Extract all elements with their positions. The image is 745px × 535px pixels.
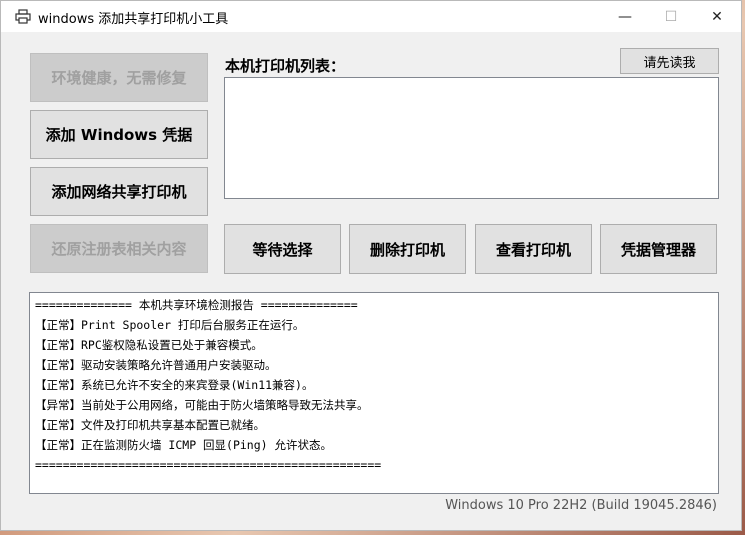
title-bar[interactable]: windows 添加共享打印机小工具 — ☐ ✕ bbox=[1, 1, 741, 32]
detection-report-textbox[interactable]: ============== 本机共享环境检测报告 ==============… bbox=[29, 292, 719, 494]
printer-listbox[interactable] bbox=[224, 77, 719, 199]
maximize-button[interactable]: ☐ bbox=[648, 1, 694, 32]
report-line: 【正常】系统已允许不安全的来宾登录(Win11兼容)。 bbox=[35, 378, 314, 392]
readme-button[interactable]: 请先读我 bbox=[620, 48, 719, 74]
add-windows-credential-button[interactable]: 添加 Windows 凭据 bbox=[30, 110, 208, 159]
close-icon: ✕ bbox=[711, 8, 723, 25]
report-line: ============== 本机共享环境检测报告 ============== bbox=[35, 298, 358, 312]
maximize-icon: ☐ bbox=[664, 8, 678, 25]
add-windows-credential-label: 添加 Windows 凭据 bbox=[45, 126, 193, 144]
repair-environment-button[interactable]: 环境健康，无需修复 bbox=[30, 53, 208, 102]
view-printer-label: 查看打印机 bbox=[495, 240, 571, 259]
report-line: 【正常】驱动安装策略允许普通用户安装驱动。 bbox=[35, 358, 277, 372]
credential-manager-button[interactable]: 凭据管理器 bbox=[600, 224, 717, 274]
report-line: 【正常】正在监测防火墙 ICMP 回显(Ping) 允许状态。 bbox=[35, 438, 333, 452]
window-title: windows 添加共享打印机小工具 bbox=[38, 12, 229, 27]
printer-icon bbox=[15, 9, 31, 24]
wait-select-button[interactable]: 等待选择 bbox=[224, 224, 341, 274]
minimize-icon: — bbox=[618, 8, 632, 25]
readme-label: 请先读我 bbox=[643, 55, 696, 71]
report-line: 【正常】RPC鉴权隐私设置已处于兼容模式。 bbox=[35, 338, 263, 352]
delete-printer-label: 删除打印机 bbox=[369, 240, 445, 259]
close-button[interactable]: ✕ bbox=[694, 1, 740, 32]
repair-environment-label: 环境健康，无需修复 bbox=[51, 69, 187, 87]
report-line: ========================================… bbox=[35, 458, 382, 472]
add-network-printer-label: 添加网络共享打印机 bbox=[51, 183, 187, 201]
app-window: windows 添加共享打印机小工具 — ☐ ✕ 环境健康，无需修复 添加 Wi… bbox=[0, 0, 742, 531]
report-line: 【异常】当前处于公用网络，可能由于防火墙策略导致无法共享。 bbox=[35, 398, 369, 412]
report-line: 【正常】Print Spooler 打印后台服务正在运行。 bbox=[35, 318, 305, 332]
view-printer-button[interactable]: 查看打印机 bbox=[475, 224, 592, 274]
credential-manager-label: 凭据管理器 bbox=[620, 240, 696, 259]
add-network-printer-button[interactable]: 添加网络共享打印机 bbox=[30, 167, 208, 216]
restore-registry-label: 还原注册表相关内容 bbox=[51, 240, 187, 258]
restore-registry-button[interactable]: 还原注册表相关内容 bbox=[30, 224, 208, 273]
os-version-label: Windows 10 Pro 22H2 (Build 19045.2846) bbox=[445, 498, 717, 513]
minimize-button[interactable]: — bbox=[602, 1, 648, 32]
report-line: 【正常】文件及打印机共享基本配置已就绪。 bbox=[35, 418, 265, 432]
wait-select-label: 等待选择 bbox=[252, 240, 313, 259]
printer-list-label: 本机打印机列表： bbox=[225, 57, 346, 75]
delete-printer-button[interactable]: 删除打印机 bbox=[349, 224, 466, 274]
